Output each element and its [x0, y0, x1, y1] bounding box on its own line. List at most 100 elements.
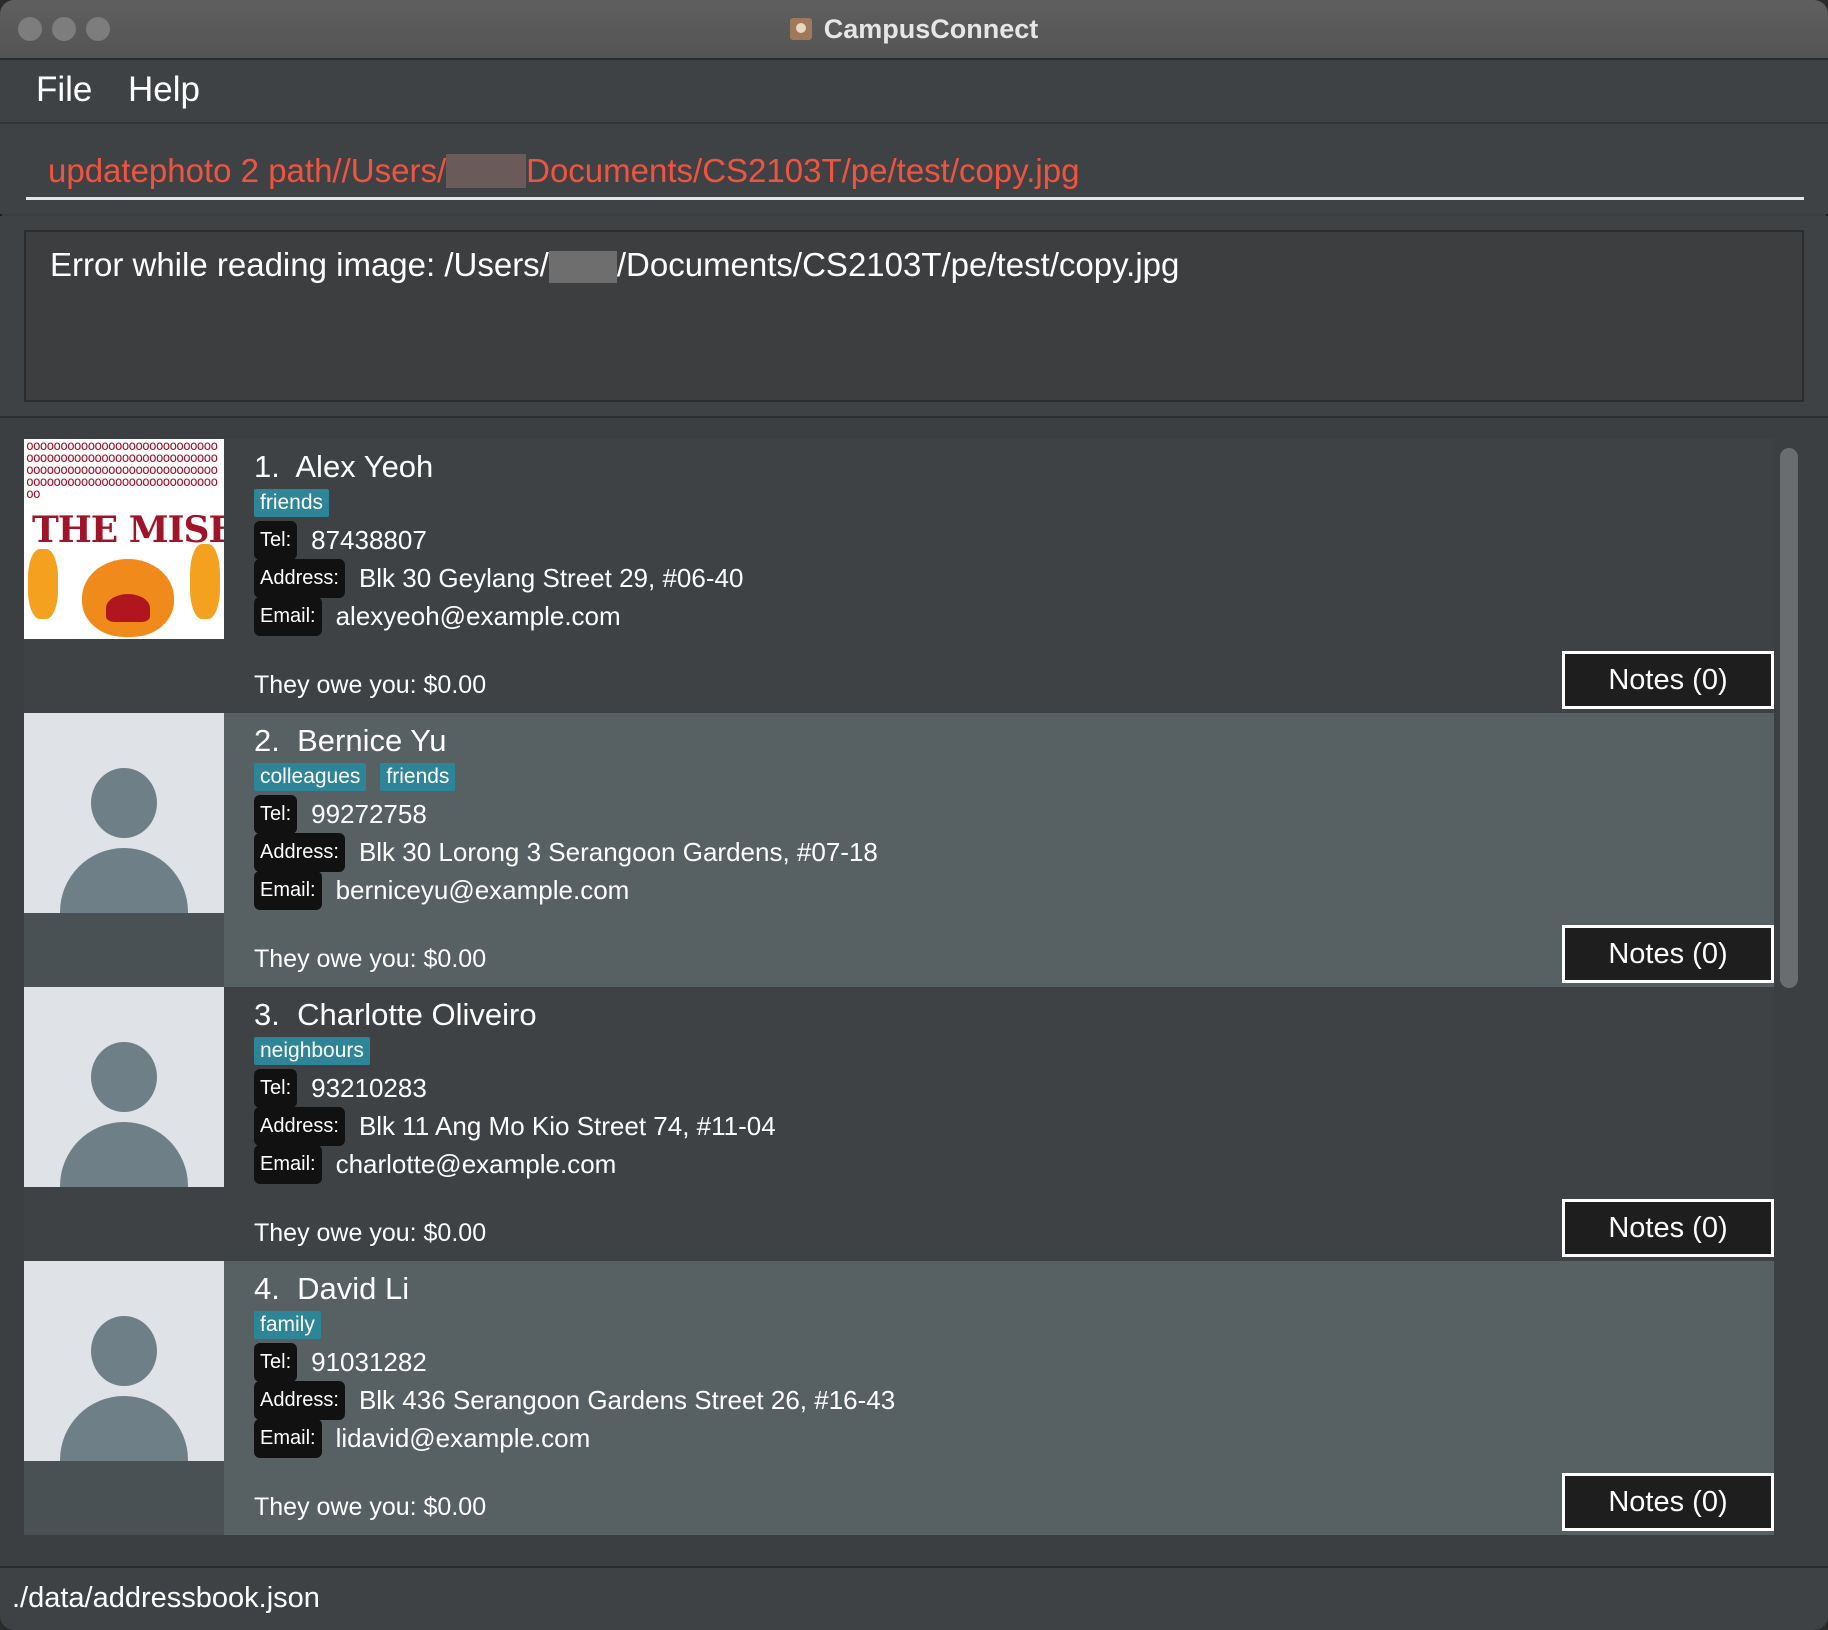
- tag-list: colleagues friends: [254, 763, 456, 791]
- tag: family: [254, 1311, 321, 1339]
- tag-list: family: [254, 1311, 321, 1339]
- email-value: alexyeoh@example.com: [335, 601, 621, 631]
- avatar-body: [60, 1122, 188, 1187]
- menu-file[interactable]: File: [36, 70, 92, 110]
- tag-list: neighbours: [254, 1037, 370, 1065]
- status-bar: ./data/addressbook.json: [0, 1566, 1828, 1630]
- address-label: Address:: [254, 833, 345, 872]
- command-box: updatephoto 2 path//Users/Documents/CS21…: [0, 124, 1828, 214]
- window-title: CampusConnect: [823, 13, 1039, 44]
- photo-padding: [24, 1187, 224, 1261]
- email-value: lidavid@example.com: [335, 1423, 591, 1453]
- tel-value: 93210283: [311, 1073, 427, 1103]
- default-avatar-icon: [24, 1261, 224, 1461]
- address-label: Address:: [254, 1381, 345, 1420]
- address-book-icon: [789, 18, 812, 40]
- tel-row: Tel: 99272758: [254, 795, 427, 834]
- misery-text: THE MISERY: [32, 509, 224, 551]
- person-name-text: Charlotte Oliveiro: [297, 997, 537, 1032]
- email-label: Email:: [254, 871, 322, 910]
- person-name-text: Alex Yeoh: [295, 449, 434, 484]
- list-scrollbar[interactable]: [1778, 448, 1800, 1560]
- email-value: charlotte@example.com: [335, 1149, 617, 1179]
- person-name-text: David Li: [297, 1271, 410, 1306]
- photo-padding: [24, 1461, 224, 1535]
- command-text-after: Documents/CS2103T/pe/test/copy.jpg: [526, 151, 1080, 189]
- person-name: 1. Alex Yeoh: [254, 449, 433, 485]
- notes-button[interactable]: Notes (0): [1562, 1473, 1774, 1531]
- tel-label: Tel:: [254, 795, 298, 834]
- email-row: Email: alexyeoh@example.com: [254, 597, 621, 636]
- address-value: Blk 11 Ang Mo Kio Street 74, #11-04: [358, 1111, 776, 1141]
- person-index: 4.: [254, 1271, 280, 1306]
- command-input[interactable]: updatephoto 2 path//Users/Documents/CS21…: [26, 144, 1804, 200]
- photo-padding: [24, 913, 224, 987]
- app-window: CampusConnect File Help updatephoto 2 pa…: [0, 0, 1828, 1630]
- person-card[interactable]: oooooooooooooooooooooooooooooooooooooooo…: [24, 439, 1774, 713]
- person-name-text: Bernice Yu: [297, 723, 447, 758]
- person-index: 3.: [254, 997, 280, 1032]
- avatar-head: [91, 1316, 157, 1386]
- notes-button[interactable]: Notes (0): [1562, 651, 1774, 709]
- result-text-before: Error while reading image: /Users/: [50, 246, 549, 283]
- tag: friends: [254, 489, 330, 517]
- email-row: Email: berniceyu@example.com: [254, 871, 629, 910]
- avatar-body: [60, 848, 188, 913]
- avatar-body: [60, 1396, 188, 1461]
- tag: neighbours: [254, 1037, 370, 1065]
- result-box[interactable]: Error while reading image: /Users/ /Docum…: [24, 230, 1804, 402]
- notes-button[interactable]: Notes (0): [1562, 925, 1774, 983]
- email-label: Email:: [254, 1145, 322, 1184]
- address-row: Address: Blk 436 Serangoon Gardens Stree…: [254, 1381, 895, 1420]
- person-card[interactable]: 2. Bernice Yu colleagues friends Tel: 99…: [24, 713, 1774, 987]
- email-row: Email: lidavid@example.com: [254, 1419, 590, 1458]
- scrollbar-thumb[interactable]: [1780, 448, 1798, 988]
- email-row: Email: charlotte@example.com: [254, 1145, 616, 1184]
- result-display: Error while reading image: /Users/ /Docum…: [0, 216, 1828, 419]
- default-avatar-icon: [24, 713, 224, 913]
- tel-row: Tel: 91031282: [254, 1343, 427, 1382]
- email-label: Email:: [254, 597, 322, 636]
- tel-label: Tel:: [254, 1069, 298, 1108]
- tel-value: 99272758: [311, 799, 427, 829]
- person-list[interactable]: oooooooooooooooooooooooooooooooooooooooo…: [0, 418, 1828, 1566]
- address-value: Blk 30 Geylang Street 29, #06-40: [358, 563, 744, 593]
- person-card[interactable]: 3. Charlotte Oliveiro neighbours Tel: 93…: [24, 987, 1774, 1261]
- title-bar: CampusConnect: [0, 0, 1828, 60]
- redacted-username: [446, 153, 527, 188]
- tel-label: Tel:: [254, 1343, 298, 1382]
- save-file-path: ./data/addressbook.json: [12, 1582, 320, 1614]
- address-label: Address:: [254, 1107, 345, 1146]
- owe-amount: They owe you: $0.00: [254, 945, 487, 973]
- menu-help[interactable]: Help: [128, 70, 200, 110]
- address-row: Address: Blk 11 Ang Mo Kio Street 74, #1…: [254, 1107, 776, 1146]
- face-mouth: [106, 594, 150, 622]
- tel-value: 91031282: [311, 1347, 427, 1377]
- menu-bar: File Help: [0, 60, 1828, 124]
- notes-button[interactable]: Notes (0): [1562, 1199, 1774, 1257]
- avatar-head: [91, 1042, 157, 1112]
- person-name: 2. Bernice Yu: [254, 723, 446, 759]
- owe-amount: They owe you: $0.00: [254, 1493, 487, 1521]
- command-text-before: updatephoto 2 path//Users/: [48, 151, 447, 189]
- tel-label: Tel:: [254, 521, 298, 560]
- email-value: berniceyu@example.com: [335, 875, 630, 905]
- address-row: Address: Blk 30 Geylang Street 29, #06-4…: [254, 559, 743, 598]
- person-name: 3. Charlotte Oliveiro: [254, 997, 537, 1033]
- address-value: Blk 436 Serangoon Gardens Street 26, #16…: [358, 1385, 896, 1415]
- owe-amount: They owe you: $0.00: [254, 671, 487, 699]
- hand-left: [28, 549, 58, 619]
- tel-row: Tel: 93210283: [254, 1069, 427, 1108]
- result-text-after: /Documents/CS2103T/pe/test/copy.jpg: [616, 246, 1180, 283]
- tag-list: friends: [254, 489, 330, 517]
- avatar-head: [91, 768, 157, 838]
- email-label: Email:: [254, 1419, 322, 1458]
- misery-image: oooooooooooooooooooooooooooooooooooooooo…: [24, 439, 224, 639]
- title-wrap: CampusConnect: [0, 0, 1828, 58]
- person-card[interactable]: 4. David Li family Tel: 91031282 Address…: [24, 1261, 1774, 1535]
- photo-padding: [24, 639, 224, 713]
- result-message: Error while reading image: /Users/ /Docum…: [50, 246, 1179, 284]
- tel-row: Tel: 87438807: [254, 521, 427, 560]
- person-index: 2.: [254, 723, 280, 758]
- hand-right: [190, 544, 220, 619]
